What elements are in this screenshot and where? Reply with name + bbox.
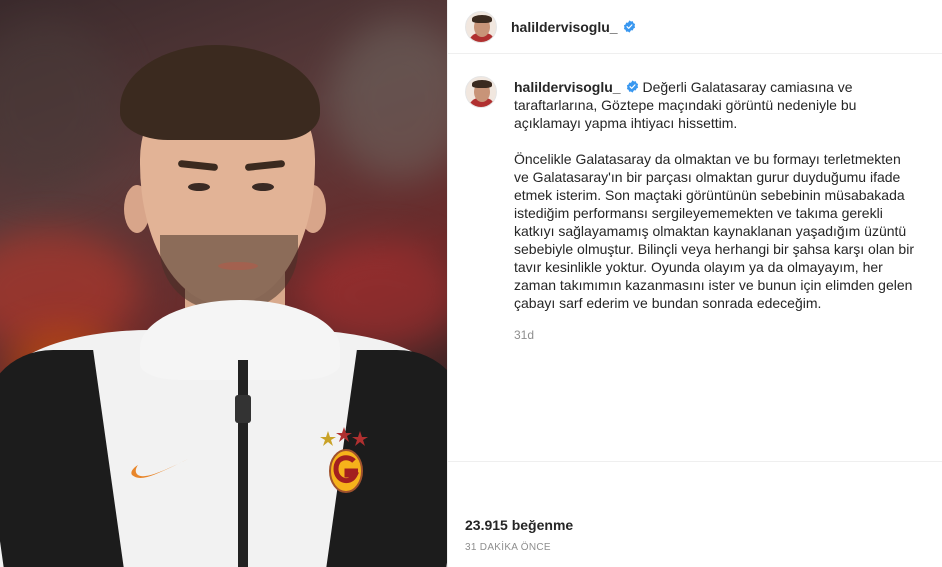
username-link[interactable]: halildervisoglu_: [511, 19, 618, 35]
post-footer: 23.915 beğenme 31 DAKİKA ÖNCE: [448, 461, 942, 567]
verified-badge-icon: [623, 20, 635, 33]
caption-body: halildervisoglu_ Değerli Galatasaray cam…: [514, 78, 914, 344]
avatar[interactable]: [465, 10, 497, 43]
like-count[interactable]: 23.915 beğenme: [465, 517, 573, 533]
jacket-zipper: [238, 360, 248, 567]
instagram-post: halildervisoglu_ halildervisoglu_ Değerl…: [0, 0, 942, 567]
caption-text: Öncelikle Galatasaray da olmaktan ve bu …: [514, 151, 914, 311]
post-caption: halildervisoglu_ Değerli Galatasaray cam…: [448, 54, 942, 344]
avatar[interactable]: [465, 76, 497, 108]
swoosh-logo-icon: [131, 459, 188, 478]
player-eye: [188, 183, 210, 191]
post-photo[interactable]: [0, 0, 447, 567]
zipper-pull: [235, 395, 251, 423]
club-crest-icon: [320, 427, 368, 493]
player-hair: [120, 45, 320, 140]
player-eye: [252, 183, 274, 191]
avatar-hair: [472, 80, 492, 88]
post-timestamp[interactable]: 31 DAKİKA ÖNCE: [465, 542, 551, 553]
post-header: halildervisoglu_: [448, 0, 942, 54]
caption-paragraph: halildervisoglu_ Değerli Galatasaray cam…: [514, 78, 914, 132]
verified-badge-icon: [626, 80, 638, 93]
background-blur: [0, 20, 120, 190]
caption-age[interactable]: 31d: [514, 326, 914, 344]
post-panel: halildervisoglu_ halildervisoglu_ Değerl…: [447, 0, 942, 567]
background-blur: [330, 20, 447, 180]
player-mouth: [218, 262, 258, 270]
avatar-hair: [472, 14, 492, 23]
username-link[interactable]: halildervisoglu_: [514, 79, 621, 95]
